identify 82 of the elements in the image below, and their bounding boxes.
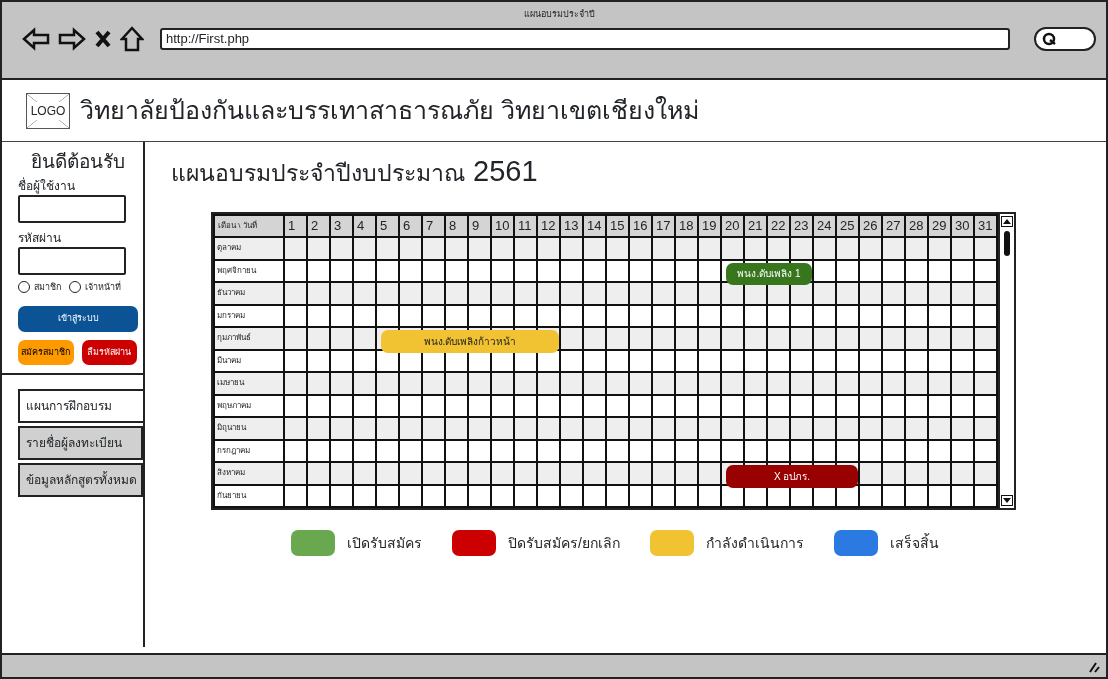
forward-icon[interactable] <box>58 26 86 51</box>
month-label: มีนาคม <box>214 349 284 372</box>
column-header: 2 <box>307 214 330 237</box>
search-icon <box>1042 31 1056 46</box>
month-label: พฤษภาคม <box>214 394 284 417</box>
login-button[interactable]: เข้าสู่ระบบ <box>18 306 138 332</box>
column-header: 23 <box>790 214 813 237</box>
logo-text: LOGO <box>29 101 67 120</box>
month-label: เมษายน <box>214 372 284 395</box>
column-header: 7 <box>422 214 445 237</box>
url-field[interactable]: http://First.php <box>160 27 1010 50</box>
column-header: 17 <box>652 214 675 237</box>
scroll-down-arrow-icon[interactable] <box>1001 495 1013 506</box>
column-header: 13 <box>560 214 583 237</box>
column-header: 12 <box>537 214 560 237</box>
legend-label: ปิดรับสมัคร/ยกเลิก <box>508 533 620 553</box>
event-bar[interactable]: พนง.ดับเพลิง 1 <box>726 262 812 285</box>
column-header: 11 <box>514 214 537 237</box>
column-header: 26 <box>859 214 882 237</box>
column-header: 27 <box>882 214 905 237</box>
scroll-up-arrow-icon[interactable] <box>1001 215 1013 227</box>
month-label: กุมภาพันธ์ <box>214 327 284 350</box>
column-header: 5 <box>376 214 399 237</box>
month-label: กันยายน <box>214 484 284 507</box>
column-header: 8 <box>445 214 468 237</box>
radio-label: เจ้าหน้าที่ <box>85 280 121 294</box>
column-header: 3 <box>330 214 353 237</box>
event-bar[interactable]: X อปภร. <box>726 465 858 488</box>
column-header: 24 <box>813 214 836 237</box>
column-header: 1 <box>284 214 307 237</box>
search-field[interactable] <box>1034 26 1096 51</box>
column-header: 22 <box>767 214 790 237</box>
legend-label: เปิดรับสมัคร <box>347 533 422 553</box>
scroll-thumb[interactable] <box>1004 230 1010 256</box>
column-header: 14 <box>583 214 606 237</box>
year-text: 2561 <box>473 154 538 189</box>
back-icon[interactable] <box>22 26 50 51</box>
tab[interactable]: แผนการฝึกอบรม <box>18 389 143 423</box>
field-label: รหัสผ่าน <box>18 229 62 247</box>
column-header: 16 <box>629 214 652 237</box>
event-bar[interactable]: พนง.ดับเพลิงก้าวหน้า <box>381 330 559 353</box>
month-label: มิถุนายน <box>214 417 284 440</box>
column-header: เดือน \ วันที่ <box>214 214 284 237</box>
column-header: 25 <box>836 214 859 237</box>
column-header: 28 <box>905 214 928 237</box>
legend-label: กำลังดำเนินการ <box>705 533 804 553</box>
radio-button[interactable] <box>69 281 81 294</box>
page-heading: แผนอบรมประจำปีงบประมาณ <box>171 159 465 188</box>
month-label: มกราคม <box>214 304 284 327</box>
month-label: ธันวาคม <box>214 282 284 305</box>
window-title: แผนอบรมประจำปี <box>522 8 596 21</box>
forgot-password-button[interactable]: ลืมรหัสผ่าน <box>81 339 137 365</box>
month-label: กรกฎาคม <box>214 439 284 462</box>
column-header: 4 <box>353 214 376 237</box>
close-icon[interactable] <box>94 28 112 49</box>
site-title: วิทยาลัยป้องกันและบรรเทาสาธารณภัย วิทยาเขตเชียงใหม่ <box>80 94 699 126</box>
month-label: พฤศจิกายน <box>214 259 284 282</box>
column-header: 18 <box>675 214 698 237</box>
month-label: ตุลาคม <box>214 237 284 260</box>
column-header: 6 <box>399 214 422 237</box>
column-header: 30 <box>951 214 974 237</box>
input-field[interactable] <box>18 194 126 223</box>
welcome-title: ยินดีต้อนรับ <box>29 150 126 174</box>
home-icon[interactable] <box>120 25 144 52</box>
tab[interactable]: รายชื่อผู้ลงทะเบียน <box>18 426 143 460</box>
radio-button[interactable] <box>18 281 30 294</box>
field-label: ชื่อผู้ใช้งาน <box>18 176 76 195</box>
column-header: 10 <box>491 214 514 237</box>
column-header: 21 <box>744 214 767 237</box>
column-header: 15 <box>606 214 629 237</box>
column-header: 29 <box>928 214 951 237</box>
input-field[interactable] <box>18 246 126 275</box>
month-label: สิงหาคม <box>214 462 284 485</box>
legend-label: เสร็จสิ้น <box>889 532 939 553</box>
tab[interactable]: ข้อมูลหลักสูตรทั้งหมด <box>18 463 143 497</box>
scrollbar[interactable] <box>998 213 1014 508</box>
radio-label: สมาชิก <box>34 280 61 294</box>
register-button[interactable]: สมัครสมาชิก <box>18 339 74 365</box>
column-header: 31 <box>974 214 997 237</box>
column-header: 19 <box>698 214 721 237</box>
column-header: 9 <box>468 214 491 237</box>
column-header: 20 <box>721 214 744 237</box>
